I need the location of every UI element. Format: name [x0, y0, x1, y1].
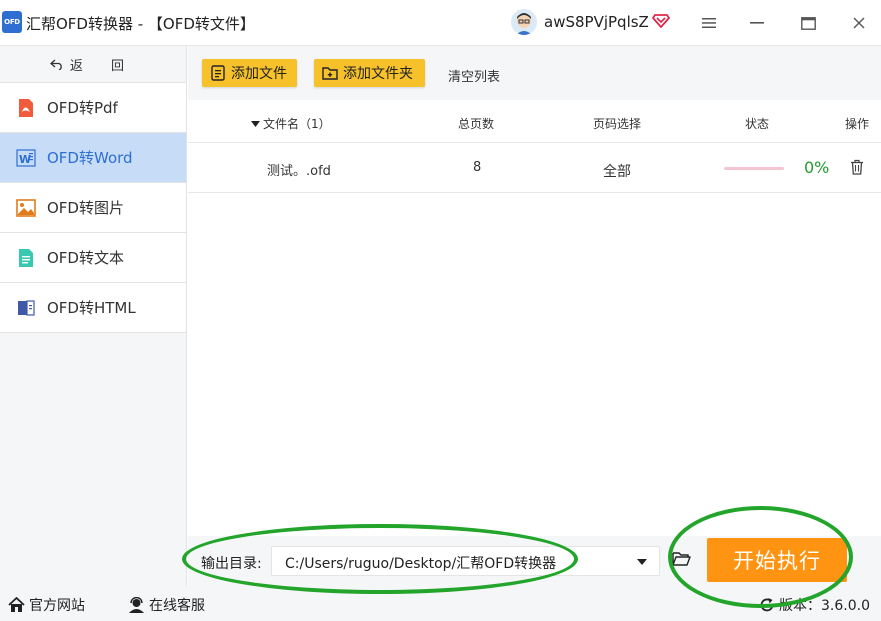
- close-icon[interactable]: [848, 12, 870, 34]
- app-logo-icon: OFD: [2, 11, 22, 33]
- add-file-button[interactable]: 添加文件: [202, 59, 297, 87]
- avatar[interactable]: [511, 9, 537, 35]
- menu-icon[interactable]: [698, 12, 720, 34]
- delete-icon[interactable]: [850, 159, 864, 175]
- sidebar: 返 回 OFD转Pdf W OFD转Word OFD转图片 OFD转文本 OFD…: [0, 46, 187, 586]
- status-bar: 官方网站 在线客服 版本：3.6.0.0: [0, 586, 881, 621]
- online-support-link[interactable]: 在线客服: [128, 595, 205, 615]
- official-website-label: 官方网站: [29, 598, 85, 614]
- username[interactable]: awS8PVjPqlsZ: [544, 13, 649, 31]
- online-support-label: 在线客服: [149, 598, 205, 614]
- add-file-icon: [211, 65, 225, 81]
- home-icon: [8, 597, 25, 612]
- column-pages: 总页数: [458, 117, 495, 131]
- maximize-icon[interactable]: [797, 12, 819, 34]
- sidebar-item-label: OFD转图片: [47, 199, 124, 217]
- column-filename-label: 文件名（1）: [263, 117, 331, 131]
- table-header: 文件名（1） 总页数 页码选择 状态 操作: [188, 100, 881, 143]
- row-page-selection[interactable]: 全部: [603, 161, 631, 181]
- version-label: 版本：3.6.0.0: [779, 598, 870, 614]
- add-folder-icon: [322, 67, 338, 80]
- row-filename: 测试。.ofd: [267, 164, 331, 179]
- sidebar-item-ofd-text[interactable]: OFD转文本: [0, 233, 186, 283]
- progress-bar: [724, 167, 784, 170]
- sidebar-item-label: OFD转Word: [47, 149, 133, 167]
- column-page-selection: 页码选择: [593, 117, 642, 131]
- pdf-icon: [16, 98, 36, 118]
- add-file-label: 添加文件: [231, 66, 287, 82]
- back-button[interactable]: 返 回: [0, 46, 186, 83]
- toolbar: 添加文件 添加文件夹 清空列表: [188, 46, 881, 100]
- image-icon: [16, 198, 36, 218]
- add-folder-button[interactable]: 添加文件夹: [314, 59, 425, 87]
- word-icon: W: [16, 148, 36, 168]
- add-folder-label: 添加文件夹: [343, 66, 413, 82]
- sidebar-item-ofd-html[interactable]: OFD转HTML: [0, 283, 186, 333]
- output-directory-label: 输出目录:: [201, 556, 262, 572]
- folder-open-icon[interactable]: [672, 551, 691, 567]
- column-status: 状态: [745, 117, 770, 131]
- version-info: 版本：3.6.0.0: [759, 595, 870, 615]
- minimize-icon[interactable]: [746, 12, 768, 34]
- sort-down-icon: [251, 121, 260, 127]
- refresh-icon: [760, 598, 774, 612]
- official-website-link[interactable]: 官方网站: [8, 595, 85, 615]
- row-pages: 8: [473, 160, 482, 175]
- vip-icon[interactable]: [652, 11, 670, 29]
- text-icon: [16, 248, 36, 268]
- sidebar-item-ofd-word[interactable]: W OFD转Word: [0, 133, 186, 183]
- title-bar: OFD 汇帮OFD转换器 - 【OFD转文件】 awS8PVjPqlsZ: [0, 0, 881, 46]
- output-directory-select[interactable]: C:/Users/ruguo/Desktop/汇帮OFD转换器: [271, 546, 660, 576]
- progress-text: 0%: [804, 158, 830, 177]
- column-actions: 操作: [845, 117, 870, 131]
- sidebar-item-ofd-image[interactable]: OFD转图片: [0, 183, 186, 233]
- back-label: 返 回: [69, 58, 137, 74]
- window-title: 汇帮OFD转换器 - 【OFD转文件】: [26, 15, 255, 33]
- table-row[interactable]: 测试。.ofd 8 全部 0%: [188, 143, 881, 193]
- output-directory-path: C:/Users/ruguo/Desktop/汇帮OFD转换器: [285, 556, 557, 572]
- sidebar-item-label: OFD转Pdf: [47, 99, 118, 117]
- clear-list-button[interactable]: 清空列表: [448, 66, 500, 85]
- html-icon: [16, 298, 36, 318]
- file-list-area: [188, 193, 881, 536]
- sidebar-item-label: OFD转文本: [47, 249, 124, 267]
- column-filename[interactable]: 文件名（1）: [251, 115, 331, 132]
- chevron-down-icon[interactable]: [637, 559, 647, 565]
- output-bar: 输出目录: C:/Users/ruguo/Desktop/汇帮OFD转换器 开始…: [188, 536, 881, 586]
- back-arrow-icon: [49, 59, 62, 70]
- support-agent-icon: [129, 597, 144, 613]
- sidebar-item-ofd-pdf[interactable]: OFD转Pdf: [0, 83, 186, 133]
- start-button[interactable]: 开始执行: [707, 538, 847, 582]
- sidebar-item-label: OFD转HTML: [47, 299, 136, 317]
